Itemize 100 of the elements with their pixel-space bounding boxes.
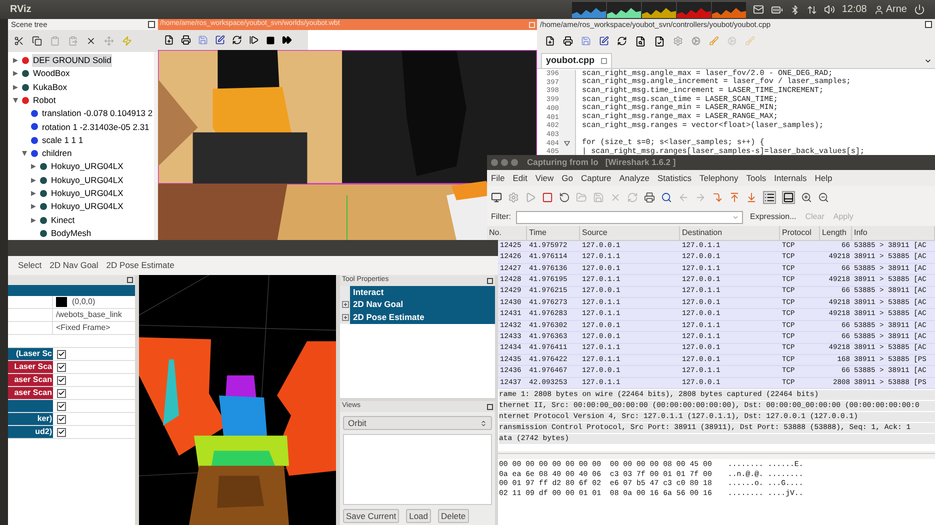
view-type-select[interactable]: Orbit [343, 416, 492, 430]
checkbox[interactable] [57, 414, 66, 424]
restart-icon[interactable] [559, 192, 570, 202]
column-header[interactable]: Length [820, 226, 852, 240]
checkbox[interactable] [57, 428, 66, 436]
display-name[interactable]: (Laser Sc [8, 348, 53, 360]
filter-button[interactable]: Expression... [748, 211, 798, 223]
tree-item[interactable]: Hokuyo_URG04LX [50, 160, 124, 174]
collapsed-arrow-icon[interactable] [31, 190, 36, 196]
new-file-icon[interactable] [164, 35, 174, 45]
display-name[interactable]: Laser Sca [8, 361, 53, 373]
collapsed-arrow-icon[interactable] [31, 164, 36, 170]
checkbox[interactable] [57, 376, 66, 384]
tree-item[interactable]: translation -0.078 0.104913 2 [41, 107, 154, 120]
checkbox[interactable] [57, 362, 66, 372]
reload-icon[interactable] [617, 36, 627, 46]
edit-icon[interactable] [599, 36, 609, 46]
collapsed-arrow-icon[interactable] [31, 204, 36, 210]
tool-property[interactable]: 2D Pose Estimate [350, 311, 495, 324]
tree-item[interactable]: DEF GROUND Solid [32, 54, 112, 67]
tree-item[interactable]: Robot [32, 94, 57, 107]
tool-property[interactable]: Interact [350, 286, 495, 298]
menu-item[interactable]: Edit [512, 172, 528, 184]
go-to-icon[interactable] [712, 192, 723, 202]
column-header[interactable]: Protocol [780, 226, 820, 240]
expand-icon[interactable] [342, 314, 348, 321]
tree-item[interactable]: Hokuyo_URG04LX [50, 200, 124, 214]
tree-item[interactable]: Hokuyo_URG04LX [50, 174, 124, 187]
menu-item[interactable]: Internals [774, 172, 807, 184]
user-name[interactable]: Arne [886, 2, 907, 17]
close-button[interactable] [491, 159, 498, 166]
interfaces-icon[interactable] [491, 192, 502, 202]
view-button[interactable]: Delete [438, 509, 469, 523]
display-name[interactable]: ud2) [8, 426, 53, 438]
dropdown-icon[interactable] [924, 57, 932, 65]
new-file-icon[interactable] [545, 36, 555, 46]
expanded-arrow-icon[interactable] [22, 151, 27, 156]
close-icon[interactable] [127, 277, 133, 283]
tree-item[interactable]: children [41, 147, 73, 160]
tool-property[interactable]: 2D Nav Goal [350, 298, 495, 311]
tree-item[interactable]: WoodBox [32, 67, 71, 80]
collapsed-arrow-icon[interactable] [31, 218, 36, 223]
fold-icon[interactable] [564, 141, 570, 146]
property-value[interactable]: (0,0,0) [72, 296, 96, 308]
minimize-button[interactable] [501, 159, 508, 166]
menu-item[interactable]: Help [814, 172, 832, 184]
view-button[interactable]: Load [406, 509, 432, 523]
tree-item[interactable]: BodyMesh [50, 226, 92, 240]
zoom-out-icon[interactable] [818, 192, 829, 202]
search-icon[interactable] [661, 192, 672, 202]
copy-icon[interactable] [32, 36, 42, 46]
collapsed-arrow-icon[interactable] [13, 84, 18, 90]
cut-icon[interactable] [14, 36, 24, 46]
user-icon[interactable] [874, 4, 884, 14]
stop-icon[interactable] [266, 36, 275, 44]
network-icon[interactable] [806, 4, 817, 14]
menu-item[interactable]: Telephony [700, 172, 738, 184]
printer-icon[interactable] [181, 35, 191, 45]
collapsed-arrow-icon[interactable] [13, 71, 18, 76]
column-header[interactable]: Destination [680, 226, 780, 240]
fast-forward-icon[interactable] [282, 35, 292, 45]
collapsed-arrow-icon[interactable] [13, 58, 18, 63]
display-name[interactable]: aser Scan [8, 374, 53, 386]
power-icon[interactable] [914, 4, 925, 15]
menu-item[interactable]: Tools [746, 172, 766, 184]
filter-field[interactable] [516, 210, 743, 224]
save-icon[interactable] [581, 36, 591, 46]
close-icon[interactable] [148, 21, 155, 28]
tool-button[interactable]: 2D Pose Estimate [106, 259, 174, 272]
battery-icon[interactable] [770, 4, 783, 16]
color-swatch[interactable] [56, 297, 67, 307]
clock[interactable]: 12:08 [842, 2, 867, 17]
collapsed-arrow-icon[interactable] [31, 178, 36, 183]
display-name[interactable]: ker) [8, 413, 53, 425]
checkbox[interactable] [57, 388, 66, 398]
expand-icon[interactable] [342, 301, 348, 308]
reload-icon[interactable] [232, 35, 242, 45]
property-value[interactable]: /webots_base_link [56, 309, 122, 321]
tree-item[interactable]: KukaBox [32, 80, 68, 94]
menu-item[interactable]: File [491, 172, 505, 184]
checkbox[interactable] [57, 350, 66, 358]
close-icon[interactable] [487, 278, 493, 284]
menu-item[interactable]: Go [562, 172, 573, 184]
volume-icon[interactable] [824, 4, 835, 15]
step-icon[interactable] [249, 35, 259, 45]
tree-item[interactable]: Hokuyo_URG04LX [50, 187, 124, 200]
menu-item[interactable]: Statistics [657, 172, 692, 184]
file-tab[interactable]: youbot.cpp [541, 53, 612, 68]
menu-item[interactable]: Capture [580, 172, 612, 184]
printer-icon[interactable] [563, 36, 573, 46]
start-icon[interactable] [525, 192, 536, 202]
zoom-in-icon[interactable] [801, 192, 812, 202]
view-button[interactable]: Save Current [343, 509, 400, 523]
checkbox[interactable] [57, 402, 66, 410]
column-header[interactable]: Time [527, 226, 580, 240]
close-icon[interactable] [487, 404, 493, 410]
menu-item[interactable]: View [535, 172, 554, 184]
bluetooth-icon[interactable] [790, 4, 800, 14]
menu-item[interactable]: Analyze [619, 172, 650, 184]
tool-button[interactable]: 2D Nav Goal [50, 259, 98, 272]
